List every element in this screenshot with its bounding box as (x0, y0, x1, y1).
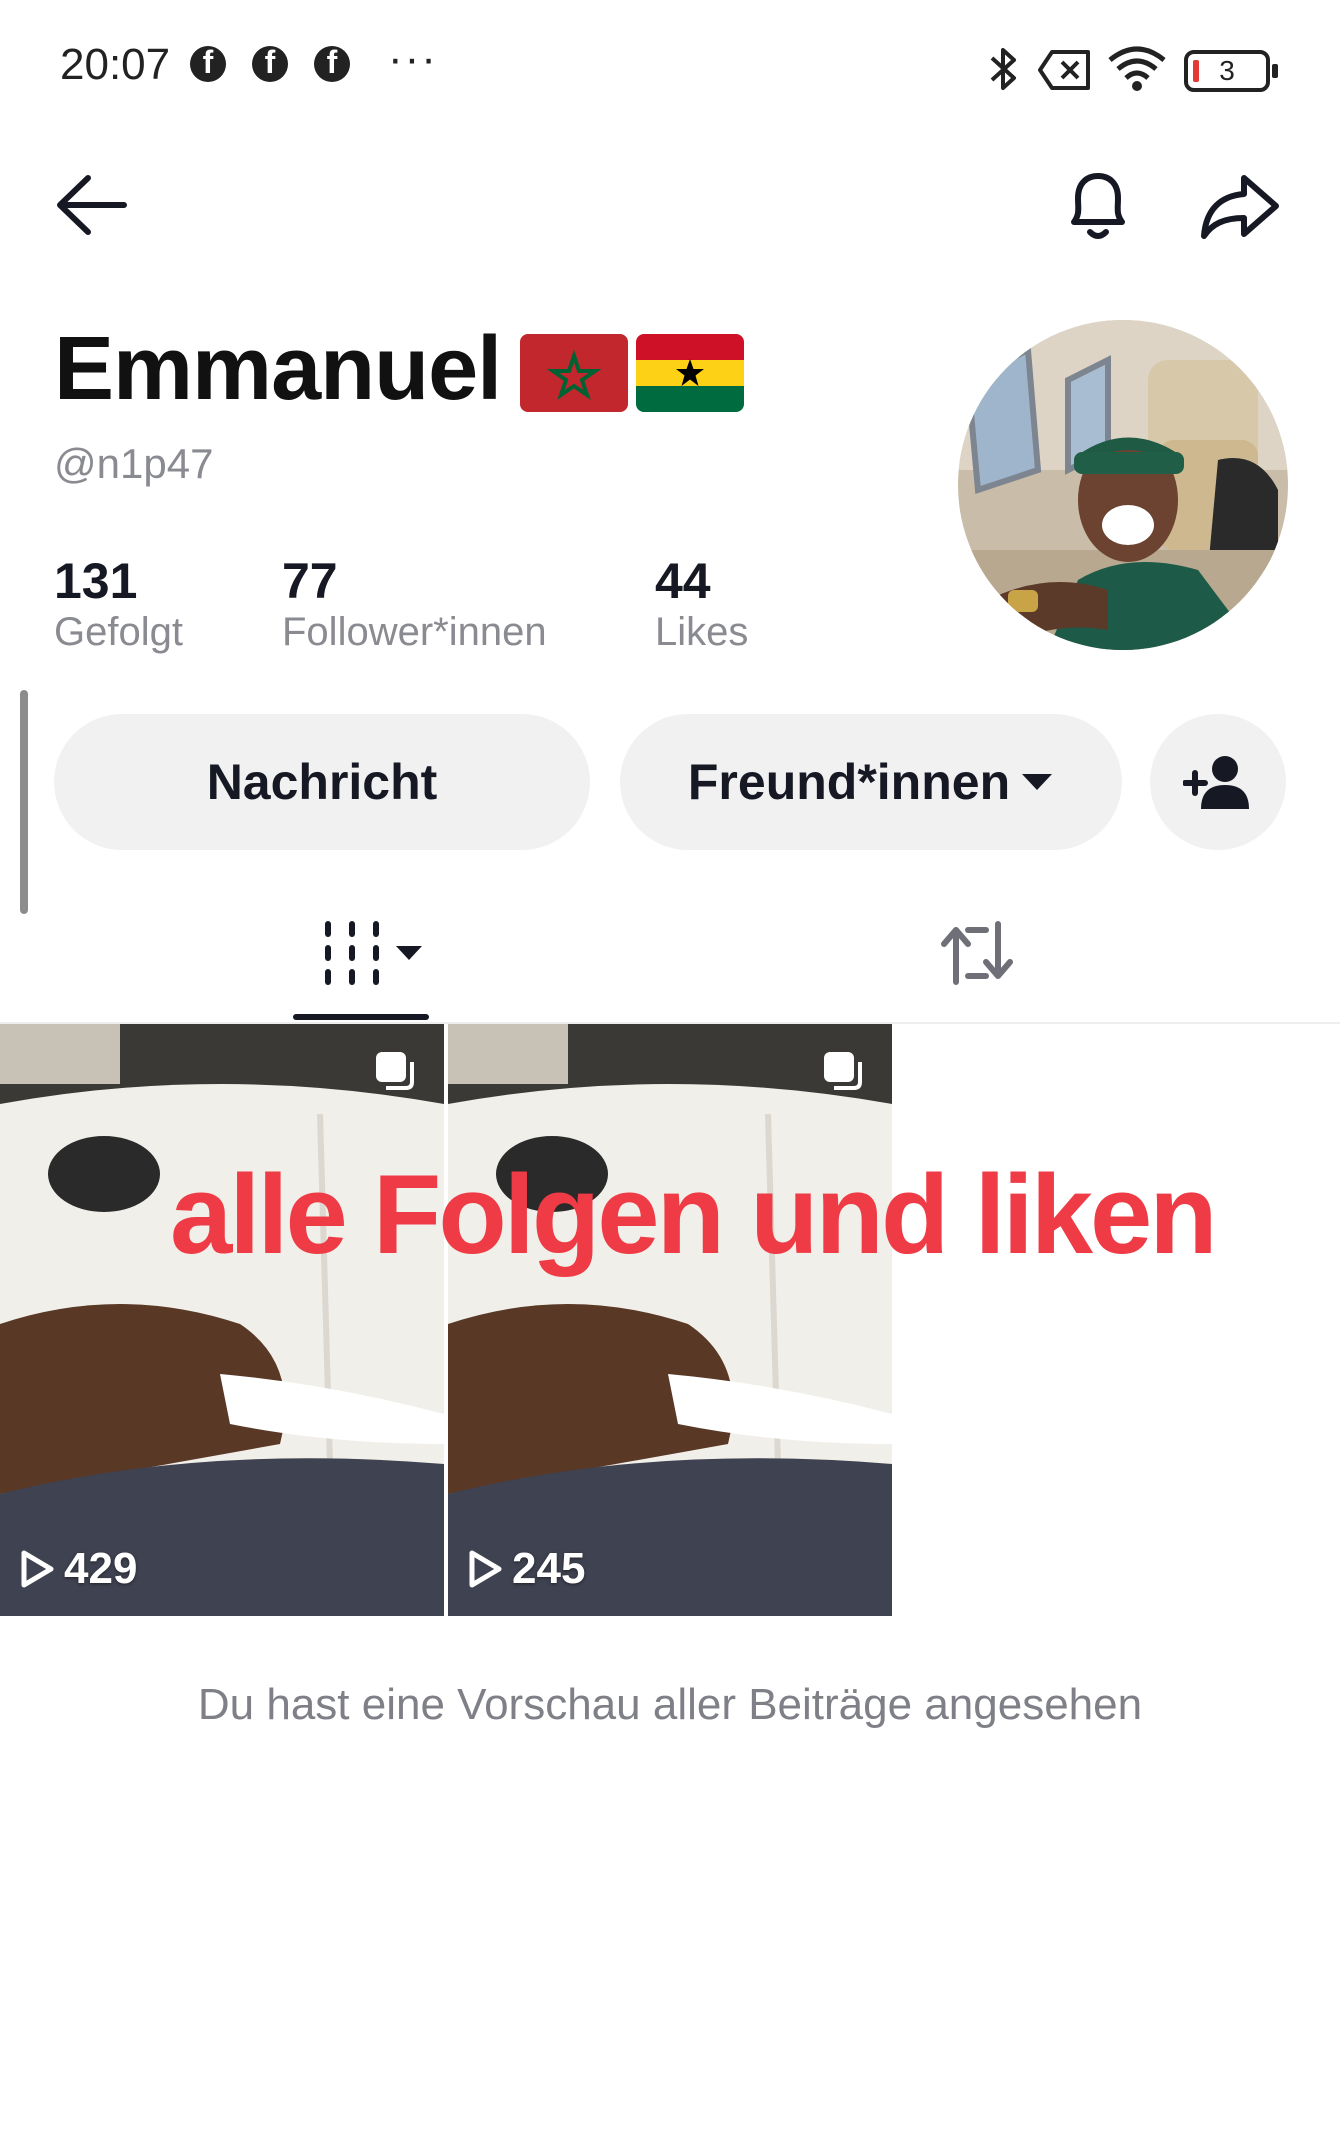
view-count: 429 (20, 1544, 137, 1594)
post-thumbnail[interactable]: 429 (0, 1024, 444, 1616)
profile-handle: @n1p47 (54, 440, 214, 487)
morocco-flag-icon (520, 334, 628, 412)
profile-name: Emmanuel (54, 319, 502, 419)
videos-grid-tab-icon[interactable] (322, 918, 426, 988)
followers-count[interactable]: 77 (282, 552, 338, 610)
multi-image-icon (824, 1052, 862, 1090)
facebook-icon: f (314, 44, 350, 82)
message-button[interactable]: Nachricht (54, 714, 590, 850)
repost-tab-icon[interactable] (938, 918, 1016, 988)
add-user-icon (1183, 756, 1249, 809)
view-count-value: 245 (512, 1544, 586, 1593)
view-count: 245 (468, 1544, 585, 1594)
caret-down-icon (1022, 774, 1053, 790)
wifi-icon (1108, 46, 1166, 91)
battery-level: 3 (1219, 55, 1235, 86)
scroll-indicator (20, 690, 28, 914)
share-icon[interactable] (1198, 166, 1282, 246)
more-notifications-icon: ··· (388, 34, 438, 83)
following-label[interactable]: Gefolgt (54, 610, 183, 655)
followers-label[interactable]: Follower*innen (282, 610, 547, 655)
status-time: 20:07 (60, 40, 171, 89)
bluetooth-icon (990, 48, 1016, 90)
sim-off-icon (1038, 50, 1090, 90)
following-count[interactable]: 131 (54, 552, 137, 610)
play-icon (469, 1550, 502, 1588)
view-count-value: 429 (64, 1544, 138, 1593)
bell-icon[interactable] (1058, 166, 1138, 246)
likes-label: Likes (655, 610, 749, 654)
battery-icon: 3 (1184, 50, 1278, 92)
play-icon (21, 1550, 54, 1588)
preview-end-note: Du hast eine Vorschau aller Beiträge ang… (197, 1680, 1143, 1729)
friends-label: Freund*innen (687, 754, 1011, 810)
facebook-icon: f (190, 44, 226, 82)
add-friend-button[interactable] (1150, 714, 1286, 850)
avatar[interactable] (958, 320, 1288, 650)
ghana-flag-icon (636, 334, 744, 412)
likes-count: 44 (655, 553, 711, 609)
facebook-icon: f (252, 44, 288, 82)
friends-dropdown-button[interactable]: Freund*innen (620, 714, 1122, 850)
active-tab-indicator (293, 1014, 429, 1020)
post-thumbnail[interactable]: 245 (448, 1024, 892, 1616)
multi-image-icon (376, 1052, 414, 1090)
back-arrow-icon[interactable] (54, 170, 130, 240)
overlay-caption: alle Folgen und liken (170, 1152, 1218, 1277)
